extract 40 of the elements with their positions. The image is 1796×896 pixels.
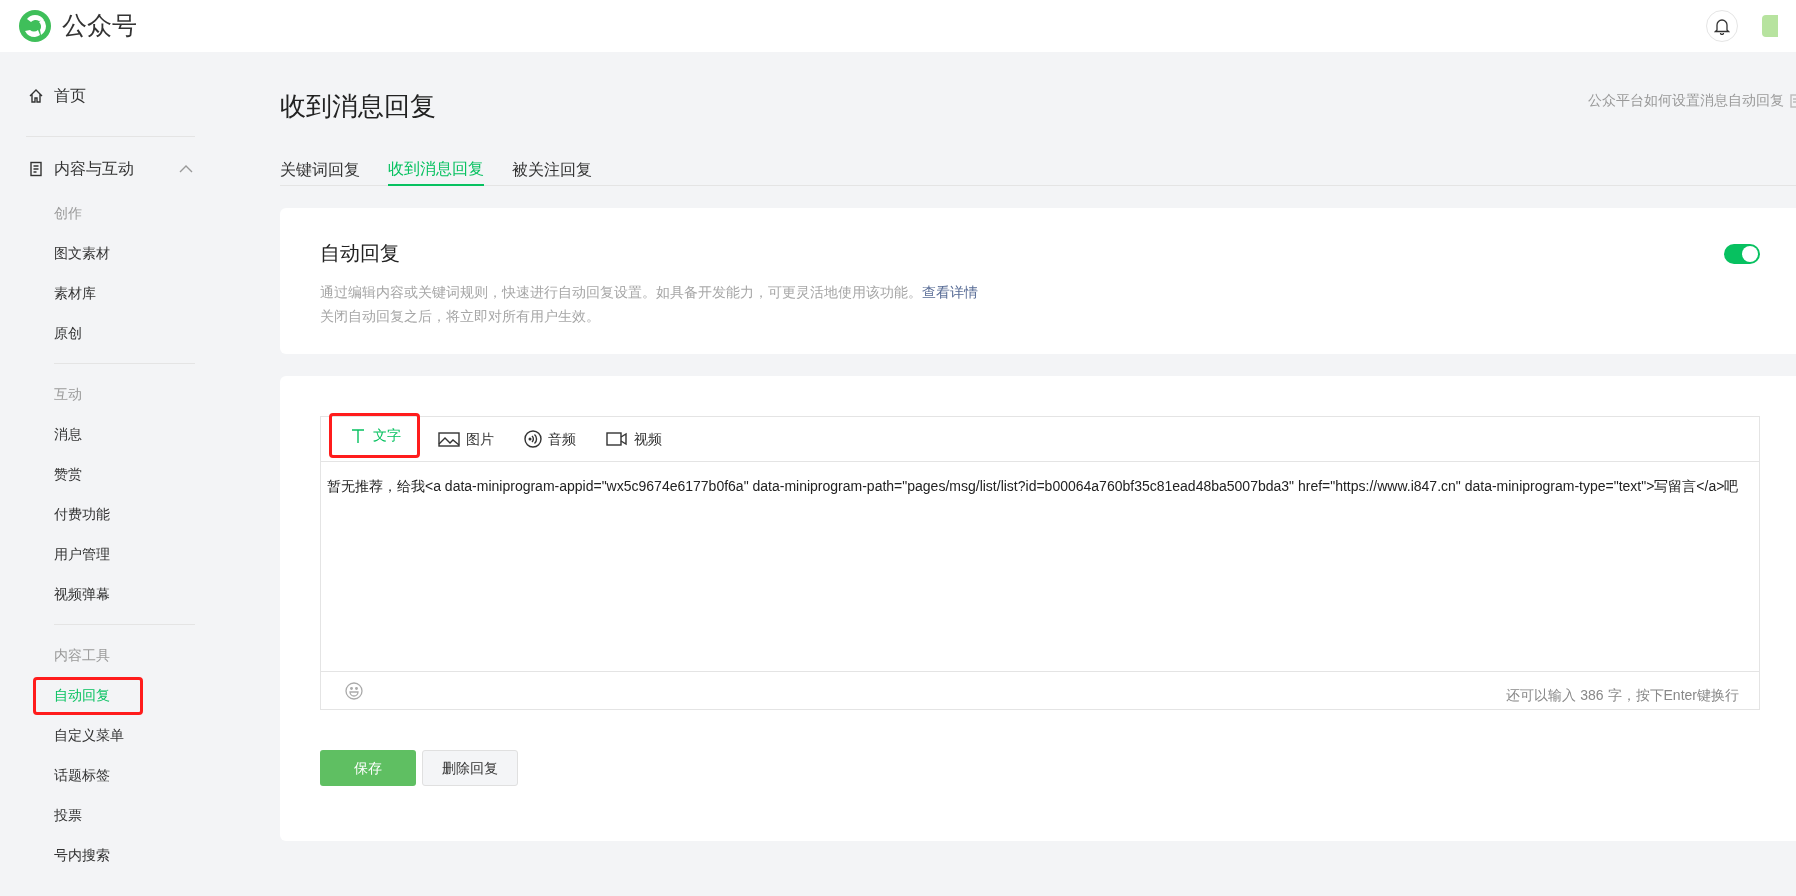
sidebar-item[interactable]: 投票 — [54, 804, 82, 826]
content-type-tab[interactable]: 图片 — [426, 416, 506, 462]
page-title: 收到消息回复 — [280, 90, 436, 123]
description-text: 通过编辑内容或关键词规则，快速进行自动回复设置。如具备开发能力，可更灵活地使用该功能。查看详情 — [320, 283, 979, 302]
document-icon — [28, 161, 44, 177]
logo-icon — [18, 9, 52, 43]
sidebar-item[interactable]: 用户管理 — [54, 543, 110, 565]
content-type-tab[interactable]: 音频 — [512, 416, 588, 462]
audio-icon — [524, 430, 542, 448]
details-link[interactable]: 查看详情 — [922, 284, 978, 300]
brand-name: 公众号 — [62, 10, 137, 42]
sidebar-item[interactable]: 自定义菜单 — [54, 724, 124, 746]
note-text: 关闭自动回复之后，将立即对所有用户生效。 — [320, 307, 601, 326]
image-icon — [438, 430, 460, 448]
sidebar-item[interactable]: 消息 — [54, 423, 82, 445]
video-camera-icon — [606, 430, 628, 448]
sidebar-section[interactable]: 内容与互动 — [26, 155, 195, 183]
emoji-icon[interactable] — [345, 681, 363, 700]
sidebar-item[interactable]: 视频弹幕 — [54, 583, 110, 605]
home-icon — [28, 88, 44, 104]
sidebar-item[interactable]: 号内搜索 — [54, 844, 110, 866]
sidebar-group-heading: 互动 — [54, 384, 82, 404]
delete-button[interactable]: 删除回复 — [422, 750, 518, 786]
sidebar-group-heading: 创作 — [54, 203, 82, 223]
sidebar-item[interactable]: 赞赏 — [54, 463, 82, 485]
bell-icon — [1714, 17, 1730, 35]
sidebar-item[interactable]: 付费功能 — [54, 503, 110, 525]
card-title: 自动回复 — [320, 241, 401, 266]
tab[interactable]: 被关注回复 — [512, 150, 592, 186]
tab[interactable]: 关键词回复 — [280, 150, 360, 186]
reply-text-input[interactable]: 暂无推荐，给我<a data-miniprogram-appid="wx5c9674e6177b0f6a" data-miniprogram-path="pages/msg/list/list?id=b00064a760bf35c81ead48ba5007bda3" href="https://www.i847.cn" data-miniprogram-type="text">写留言</a>吧 — [321, 462, 1759, 671]
sidebar-item[interactable]: 首页 — [26, 74, 195, 118]
sidebar-item[interactable]: 话题标签 — [54, 764, 110, 786]
toggle-switch[interactable] — [1724, 244, 1760, 264]
sidebar-item[interactable]: 素材库 — [54, 282, 96, 304]
content-type-tab[interactable]: 视频 — [594, 416, 674, 462]
sidebar-item[interactable]: 图文素材 — [54, 242, 110, 264]
character-counter: 还可以输入 386 字，按下Enter键换行 — [1506, 686, 1739, 705]
sidebar-group-heading: 内容工具 — [54, 645, 110, 665]
sidebar-item[interactable]: 原创 — [54, 322, 82, 344]
